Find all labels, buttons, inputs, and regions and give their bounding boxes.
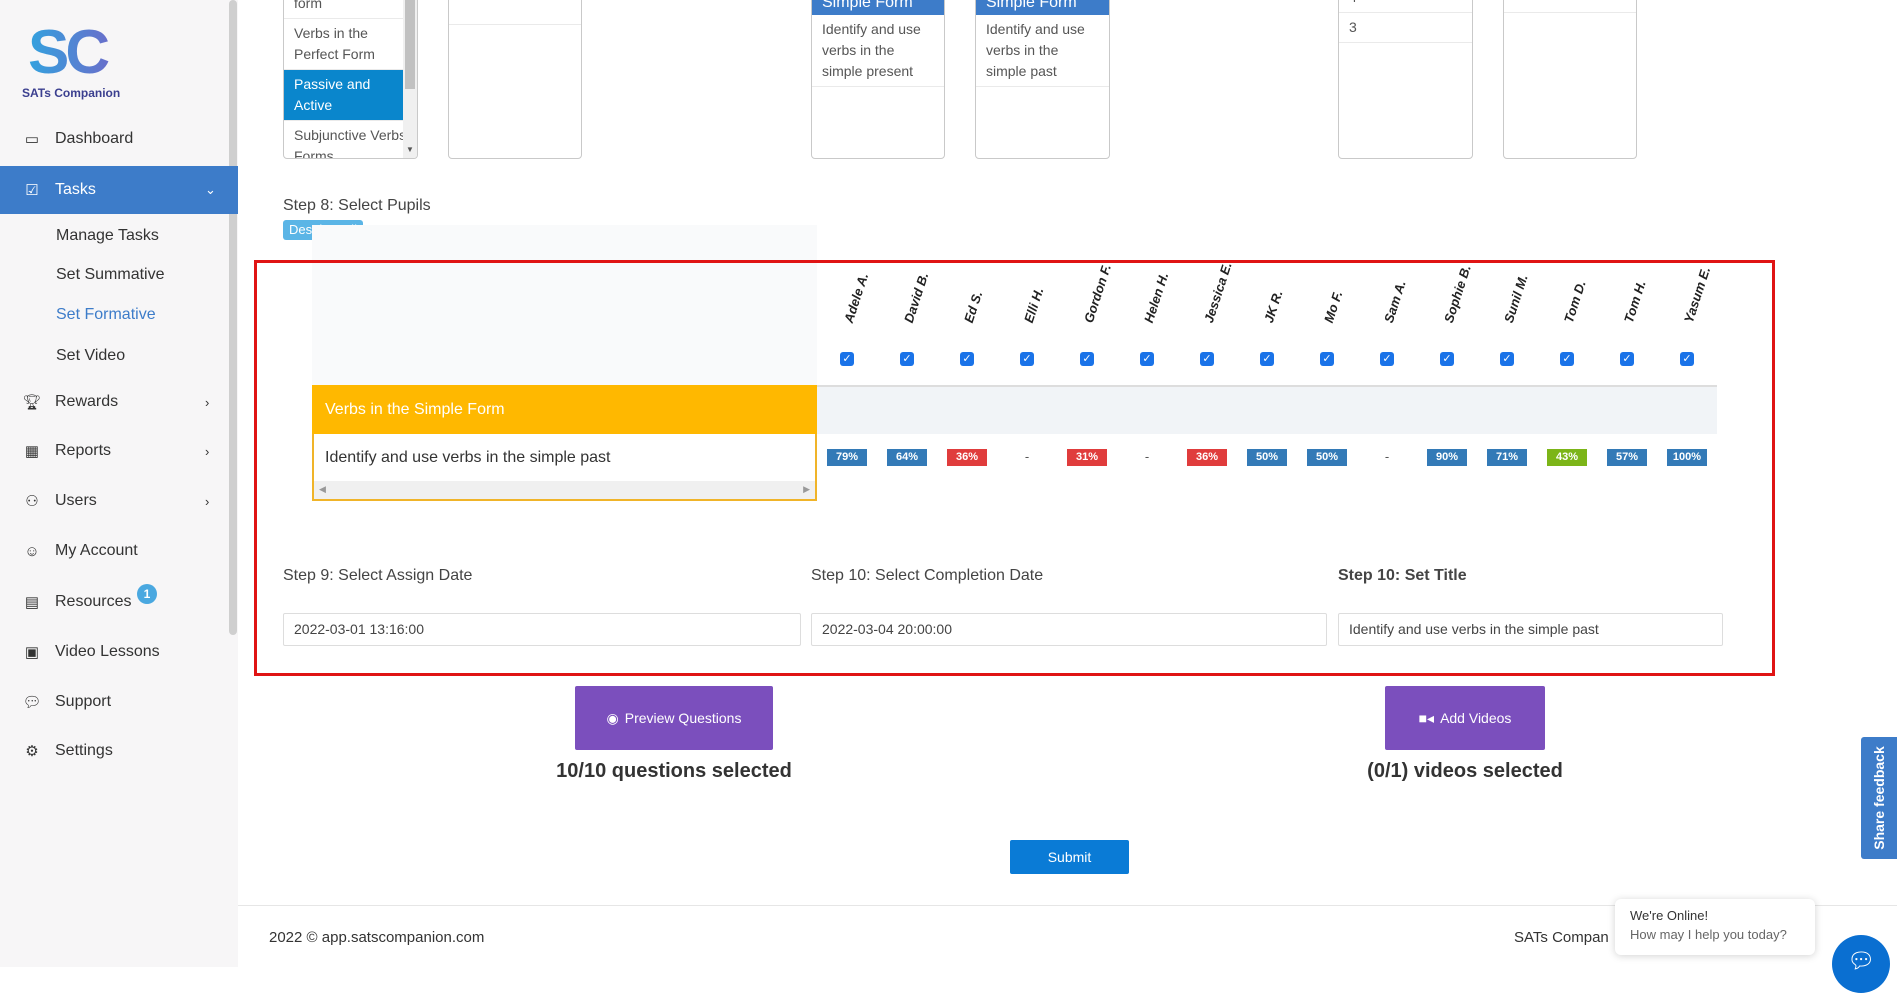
- objective-list-a[interactable]: Simple Form Identify and use verbs in th…: [811, 0, 945, 159]
- chat-bubbles-icon: 💬︎: [1847, 948, 1875, 973]
- list-item[interactable]: Identify and use verbs in the simple pre…: [812, 15, 944, 87]
- trophy-icon: 🏆︎: [22, 394, 42, 411]
- chat-subtitle: How may I help you today?: [1630, 927, 1787, 942]
- share-feedback-tab[interactable]: Share feedback: [1861, 737, 1897, 859]
- topic-list[interactable]: form Verbs in the Perfect Form Passive a…: [283, 0, 418, 159]
- chat-icon: 💬︎: [22, 694, 42, 711]
- resources-icon: ▤: [24, 594, 40, 611]
- chat-greeting[interactable]: We're Online! How may I help you today?: [1615, 899, 1815, 955]
- assign-date-input[interactable]: 2022-03-01 13:16:00: [283, 613, 801, 646]
- footer-copyright: 2022 © app.satscompanion.com: [269, 929, 485, 946]
- objective-list-b[interactable]: Simple Form Identify and use verbs in th…: [975, 0, 1110, 159]
- videos-count: (0/1) videos selected: [1367, 760, 1563, 782]
- step8-label: Step 8: Select Pupils: [283, 197, 431, 214]
- questions-count: 10/10 questions selected: [556, 760, 792, 782]
- list-item[interactable]: 4: [1339, 0, 1472, 13]
- eye-icon: ◉: [606, 709, 619, 726]
- resources-badge: 1: [137, 584, 157, 604]
- list-scrollbar[interactable]: ▼: [403, 0, 417, 158]
- add-videos-button[interactable]: ■◂ Add Videos: [1385, 686, 1545, 750]
- sidebar-item-rewards[interactable]: 🏆︎ Rewards ›: [0, 380, 238, 424]
- list-item[interactable]: Subjunctive Verbs Forms: [284, 121, 417, 158]
- sidebar-item-support[interactable]: 💬︎ Support: [0, 680, 238, 724]
- chat-title: We're Online!: [1630, 908, 1709, 923]
- completion-date-input[interactable]: 2022-03-04 20:00:00: [811, 613, 1327, 646]
- account-icon: ☺: [24, 542, 40, 560]
- gear-icon: ⚙: [25, 743, 39, 760]
- sidebar-item-dashboard[interactable]: ▭ Dashboard: [0, 117, 238, 161]
- logo-letters: SC: [22, 22, 137, 84]
- tasks-icon: ☑: [25, 182, 39, 199]
- number-list-2[interactable]: [1503, 0, 1637, 159]
- list-item[interactable]: 3: [1339, 13, 1472, 43]
- sidebar-item-resources[interactable]: ▤ Resources: [0, 580, 238, 624]
- monitor-icon: ▭: [24, 131, 40, 148]
- footer-right-text: SATs Compan: [1514, 929, 1609, 946]
- chevron-down-icon: ⌄: [205, 182, 216, 197]
- chat-launcher-button[interactable]: 💬︎: [1832, 935, 1890, 993]
- sidebar-sub-manage-tasks[interactable]: Manage Tasks: [56, 227, 159, 245]
- preview-questions-button[interactable]: ◉ Preview Questions: [575, 686, 773, 750]
- sidebar-sub-set-formative[interactable]: Set Formative: [56, 306, 156, 324]
- sidebar-sub-set-summative[interactable]: Set Summative: [56, 266, 164, 284]
- logo-text: SATs Companion: [22, 86, 121, 100]
- sidebar-item-users[interactable]: ⚇ Users ›: [0, 479, 238, 523]
- chevron-right-icon: ›: [205, 394, 210, 410]
- users-icon: ⚇: [25, 493, 39, 510]
- submit-button[interactable]: Submit: [1010, 840, 1129, 874]
- chevron-right-icon: ›: [205, 443, 210, 459]
- list-item[interactable]: Verbs in the Perfect Form: [284, 19, 417, 70]
- sidebar-item-my-account[interactable]: ☺ My Account: [0, 529, 238, 573]
- list-item[interactable]: form: [284, 0, 417, 19]
- title-input[interactable]: Identify and use verbs in the simple pas…: [1338, 613, 1723, 646]
- video-camera-icon: ■◂: [1418, 709, 1435, 726]
- sidebar-item-settings[interactable]: ⚙ Settings: [0, 729, 238, 773]
- sidebar-sub-set-video[interactable]: Set Video: [56, 347, 125, 365]
- step10-completion-label: Step 10: Select Completion Date: [811, 567, 1044, 584]
- chevron-right-icon: ›: [205, 493, 210, 509]
- step9-label: Step 9: Select Assign Date: [283, 567, 473, 584]
- logo[interactable]: SC SATs Companion: [22, 22, 137, 108]
- sidebar-item-video-lessons[interactable]: ▣ Video Lessons: [0, 630, 238, 674]
- list-header: Simple Form: [976, 0, 1109, 15]
- video-icon: ▣: [24, 644, 40, 661]
- number-list[interactable]: 4 3: [1338, 0, 1473, 159]
- reports-icon: ▦: [24, 443, 40, 460]
- sidebar: SC SATs Companion ▭ Dashboard ☑ Tasks ⌄ Man…: [0, 0, 238, 967]
- sidebar-item-tasks[interactable]: ☑ Tasks ⌄: [0, 166, 238, 214]
- step10-title-label: Step 10: Set Title: [1338, 567, 1467, 584]
- list-header: Simple Form: [812, 0, 944, 15]
- list-item[interactable]: Identify and use verbs in the simple pas…: [976, 15, 1109, 87]
- subtopic-list[interactable]: [448, 0, 582, 159]
- list-item-selected[interactable]: Passive and Active: [284, 70, 417, 121]
- sidebar-item-reports[interactable]: ▦ Reports ›: [0, 429, 238, 473]
